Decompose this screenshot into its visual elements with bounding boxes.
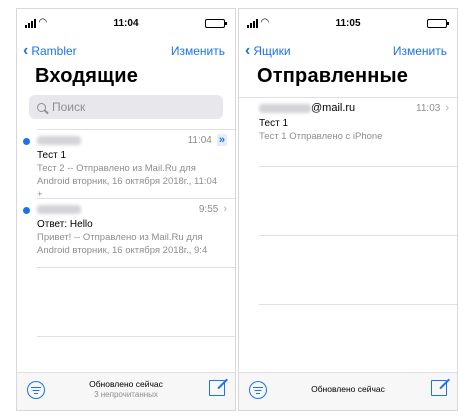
chevron-right-icon: › (223, 203, 227, 215)
sent-screen: ◠ 11:05 ‹ Ящики Изменить Отправленные @m… (238, 8, 458, 411)
message-row[interactable]: @mail.ru 11:03 › Тест 1 Тест 1 Отправлен… (239, 98, 457, 166)
search-placeholder: Поиск (52, 100, 86, 114)
update-status: Обновлено сейчас (239, 384, 457, 394)
page-title: Входящие (35, 65, 139, 87)
list-divider (37, 336, 235, 337)
message-meta: 11:04 » (188, 134, 227, 146)
back-button-label: Rambler (31, 44, 77, 58)
battery-icon (205, 19, 227, 28)
message-preview: Привет! -- Отправлено из Mail.Ru для And… (37, 232, 208, 256)
edit-button[interactable]: Изменить (393, 44, 447, 58)
message-subject: Тест 1 (259, 118, 289, 129)
message-list: 11:04 » Тест 1 Тест 2 -- Отправлено из M… (17, 129, 235, 337)
compose-icon[interactable] (209, 380, 225, 396)
message-subject: Ответ: Hello (37, 219, 93, 230)
battery-icon (427, 19, 449, 28)
sender-name-redacted (37, 203, 225, 217)
unread-count: 3 непрочитанных (94, 390, 158, 399)
message-row[interactable]: 11:04 » Тест 1 Тест 2 -- Отправлено из M… (17, 130, 235, 200)
unread-dot-icon (23, 207, 30, 214)
message-preview: Тест 2 -- Отправлено из Mail.Ru для Andr… (37, 163, 218, 200)
back-button[interactable]: ‹ Ящики (245, 42, 291, 59)
message-time: 11:04 (187, 134, 212, 146)
double-chevron-right-icon: » (216, 134, 227, 146)
update-status: Обновлено сейчас 3 непрочитанных (17, 379, 235, 399)
update-status-text: Обновлено сейчас (311, 384, 385, 394)
status-bar: ◠ 11:05 (239, 9, 457, 37)
message-time: 9:55 (198, 203, 219, 215)
message-time: 11:03 (416, 102, 441, 114)
navigation-bar: ‹ Rambler Изменить (17, 41, 235, 63)
chevron-left-icon: ‹ (23, 42, 29, 59)
edit-button[interactable]: Изменить (171, 44, 225, 58)
message-list: @mail.ru 11:03 › Тест 1 Тест 1 Отправлен… (239, 97, 457, 305)
message-meta: 9:55 › (199, 203, 227, 215)
message-preview: Тест 1 Отправлено с iPhone (259, 131, 383, 142)
chevron-left-icon: ‹ (245, 42, 251, 59)
back-button[interactable]: ‹ Rambler (23, 42, 77, 59)
compose-icon[interactable] (431, 380, 447, 396)
list-divider (259, 304, 457, 305)
chevron-right-icon: › (445, 102, 449, 114)
empty-row (17, 268, 235, 336)
bottom-toolbar: Обновлено сейчас (239, 372, 457, 410)
update-status-text: Обновлено сейчас (89, 379, 163, 389)
bottom-toolbar: Обновлено сейчас 3 непрочитанных (17, 372, 235, 410)
page-title: Отправленные (257, 65, 409, 87)
recipient-domain: @mail.ru (311, 102, 356, 114)
status-time: 11:04 (113, 18, 139, 29)
status-bar: ◠ 11:04 (17, 9, 235, 37)
status-time: 11:05 (335, 18, 361, 29)
search-input[interactable]: Поиск (29, 95, 223, 119)
message-subject: Тест 1 (37, 150, 67, 161)
empty-row (239, 167, 457, 235)
message-row[interactable]: 9:55 › Ответ: Hello Привет! -- Отправлен… (17, 199, 235, 267)
navigation-bar: ‹ Ящики Изменить (239, 41, 457, 63)
empty-row (239, 236, 457, 304)
inbox-screen: ◠ 11:04 ‹ Rambler Изменить Входящие Поис… (16, 8, 236, 411)
unread-dot-icon (23, 138, 30, 145)
message-meta: 11:03 › (416, 102, 449, 114)
recipient-name-redacted (259, 103, 311, 113)
search-icon (37, 102, 46, 112)
back-button-label: Ящики (253, 44, 291, 58)
